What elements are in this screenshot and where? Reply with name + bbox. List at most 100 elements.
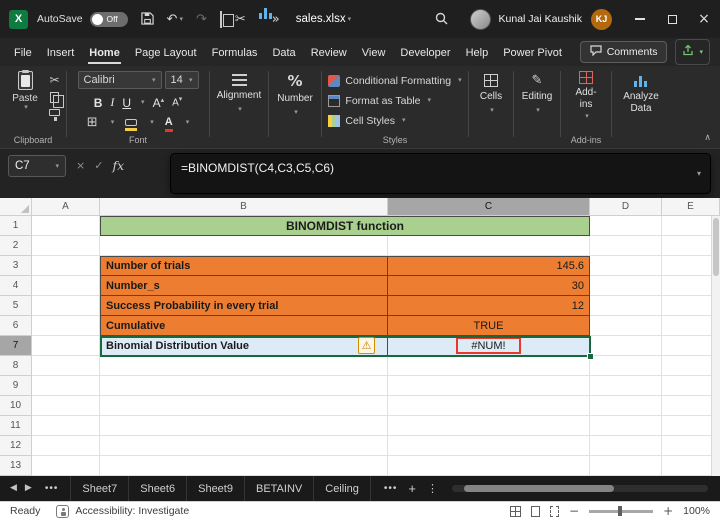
cell-B7[interactable]: Binomial Distribution Value bbox=[100, 336, 388, 356]
cell-D11[interactable] bbox=[590, 416, 662, 436]
row-header-2[interactable]: 2 bbox=[0, 236, 32, 256]
grow-font-button[interactable]: A▴ bbox=[153, 96, 165, 110]
cell-D1[interactable] bbox=[590, 216, 662, 236]
zoom-out-icon[interactable]: − bbox=[569, 505, 579, 517]
cell-A8[interactable] bbox=[32, 356, 100, 376]
cell-A7[interactable] bbox=[32, 336, 100, 356]
cell-B11[interactable] bbox=[100, 416, 388, 436]
cell-B4[interactable]: Number_s bbox=[100, 276, 388, 296]
shrink-font-button[interactable]: A▾ bbox=[172, 96, 182, 109]
cell-C13[interactable] bbox=[388, 456, 590, 476]
tab-data[interactable]: Data bbox=[271, 41, 296, 64]
cell-B13[interactable] bbox=[100, 456, 388, 476]
font-size-select[interactable]: 14 ▾ bbox=[164, 71, 199, 89]
underline-button[interactable]: U bbox=[122, 96, 131, 110]
tab-power-pivot[interactable]: Power Pivot bbox=[502, 41, 563, 64]
cells-button[interactable]: Cells ▾ bbox=[471, 66, 511, 114]
italic-button[interactable]: I bbox=[110, 95, 114, 110]
user-avatar[interactable] bbox=[469, 8, 491, 30]
cell-A9[interactable] bbox=[32, 376, 100, 396]
error-warning-icon[interactable]: ⚠ bbox=[358, 337, 375, 354]
redo-icon[interactable]: ↷ bbox=[196, 13, 207, 26]
cell-C9[interactable] bbox=[388, 376, 590, 396]
row-header-5[interactable]: 5 bbox=[0, 296, 32, 316]
undo-icon[interactable]: ↶ bbox=[167, 13, 178, 26]
tab-home[interactable]: Home bbox=[88, 41, 121, 64]
cell-B9[interactable] bbox=[100, 376, 388, 396]
cell-C3[interactable]: 145.6 bbox=[388, 256, 590, 276]
fill-handle[interactable] bbox=[587, 353, 594, 360]
cell-D3[interactable] bbox=[590, 256, 662, 276]
cell-D13[interactable] bbox=[590, 456, 662, 476]
column-header-C[interactable]: C bbox=[388, 198, 590, 216]
tab-page-layout[interactable]: Page Layout bbox=[134, 41, 198, 64]
collapse-ribbon-icon[interactable]: ∧ bbox=[704, 134, 711, 143]
cell-C2[interactable] bbox=[388, 236, 590, 256]
cut-icon[interactable]: ✂ bbox=[49, 74, 59, 86]
select-all-button[interactable] bbox=[0, 198, 32, 216]
page-layout-view-icon[interactable] bbox=[531, 505, 541, 517]
column-header-E[interactable]: E bbox=[662, 198, 720, 216]
page-break-view-icon[interactable] bbox=[550, 505, 560, 517]
qat-more-chevron-icon[interactable]: » bbox=[272, 13, 280, 26]
excel-logo-icon[interactable]: X bbox=[9, 9, 28, 29]
cell-D2[interactable] bbox=[590, 236, 662, 256]
cell-D9[interactable] bbox=[590, 376, 662, 396]
sheet-tab-sheet9[interactable]: Sheet9 bbox=[187, 476, 245, 501]
share-button[interactable]: ▾ bbox=[675, 39, 710, 65]
cell-C11[interactable] bbox=[388, 416, 590, 436]
sheet-tab-sheet7[interactable]: Sheet7 bbox=[70, 476, 130, 501]
horizontal-scrollbar[interactable] bbox=[452, 485, 708, 492]
addins-button[interactable]: Add-ins ▾ bbox=[561, 66, 611, 120]
row-header-4[interactable]: 4 bbox=[0, 276, 32, 296]
cell-A12[interactable] bbox=[32, 436, 100, 456]
sheet-tab-sheet6[interactable]: Sheet6 bbox=[129, 476, 188, 501]
formula-input[interactable]: =BINOMDIST(C4,C3,C5,C6) ▾ bbox=[170, 153, 711, 194]
add-sheet-button[interactable]: + bbox=[408, 481, 416, 496]
cell-A11[interactable] bbox=[32, 416, 100, 436]
cell-D5[interactable] bbox=[590, 296, 662, 316]
row-header-10[interactable]: 10 bbox=[0, 396, 32, 416]
paste-button[interactable]: Paste ▾ bbox=[8, 70, 42, 116]
save-icon[interactable] bbox=[140, 11, 154, 27]
sheet-tab-betainv[interactable]: BETAINV bbox=[245, 476, 315, 501]
tab-review[interactable]: Review bbox=[310, 41, 348, 64]
cell-C12[interactable] bbox=[388, 436, 590, 456]
sheet-nav-left-icon[interactable]: ◀ bbox=[10, 484, 17, 493]
document-title[interactable]: sales.xlsx bbox=[296, 13, 346, 25]
cell-C5[interactable]: 12 bbox=[388, 296, 590, 316]
cell-styles-button[interactable]: Cell Styles ▾ bbox=[328, 112, 461, 129]
cell-A13[interactable] bbox=[32, 456, 100, 476]
cell-D8[interactable] bbox=[590, 356, 662, 376]
alignment-button[interactable]: Alignment ▾ bbox=[208, 66, 270, 113]
cell-B8[interactable] bbox=[100, 356, 388, 376]
cell-C7-active[interactable]: #NUM! bbox=[388, 336, 590, 356]
cell-A1[interactable] bbox=[32, 216, 100, 236]
analyze-data-button[interactable]: Analyze Data bbox=[608, 66, 674, 114]
enter-icon[interactable]: ✓ bbox=[94, 160, 103, 171]
row-header-9[interactable]: 9 bbox=[0, 376, 32, 396]
cell-C4[interactable]: 30 bbox=[388, 276, 590, 296]
fill-color-icon[interactable] bbox=[125, 119, 138, 131]
cell-B3[interactable]: Number of trials bbox=[100, 256, 388, 276]
horizontal-scrollbar-thumb[interactable] bbox=[464, 485, 614, 492]
cancel-icon[interactable]: × bbox=[76, 160, 85, 171]
row-header-12[interactable]: 12 bbox=[0, 436, 32, 456]
cell-A6[interactable] bbox=[32, 316, 100, 336]
qat-cut-icon[interactable]: ✂ bbox=[235, 13, 246, 26]
cell-title-B1[interactable]: BINOMDIST function bbox=[100, 216, 590, 236]
sheet-overflow-left-icon[interactable]: ••• bbox=[45, 483, 59, 494]
vertical-scrollbar-thumb[interactable] bbox=[713, 218, 719, 276]
search-icon[interactable] bbox=[435, 12, 448, 27]
zoom-in-icon[interactable]: + bbox=[663, 505, 673, 517]
cell-D7[interactable] bbox=[590, 336, 662, 356]
cell-B2[interactable] bbox=[100, 236, 388, 256]
font-name-select[interactable]: Calibri ▾ bbox=[77, 71, 162, 89]
name-box[interactable]: C7 ▾ bbox=[8, 155, 66, 177]
tab-file[interactable]: File bbox=[13, 41, 33, 64]
cell-D6[interactable] bbox=[590, 316, 662, 336]
cell-A3[interactable] bbox=[32, 256, 100, 276]
column-header-D[interactable]: D bbox=[590, 198, 662, 216]
row-header-13[interactable]: 13 bbox=[0, 456, 32, 476]
comments-button[interactable]: Comments bbox=[579, 41, 668, 63]
